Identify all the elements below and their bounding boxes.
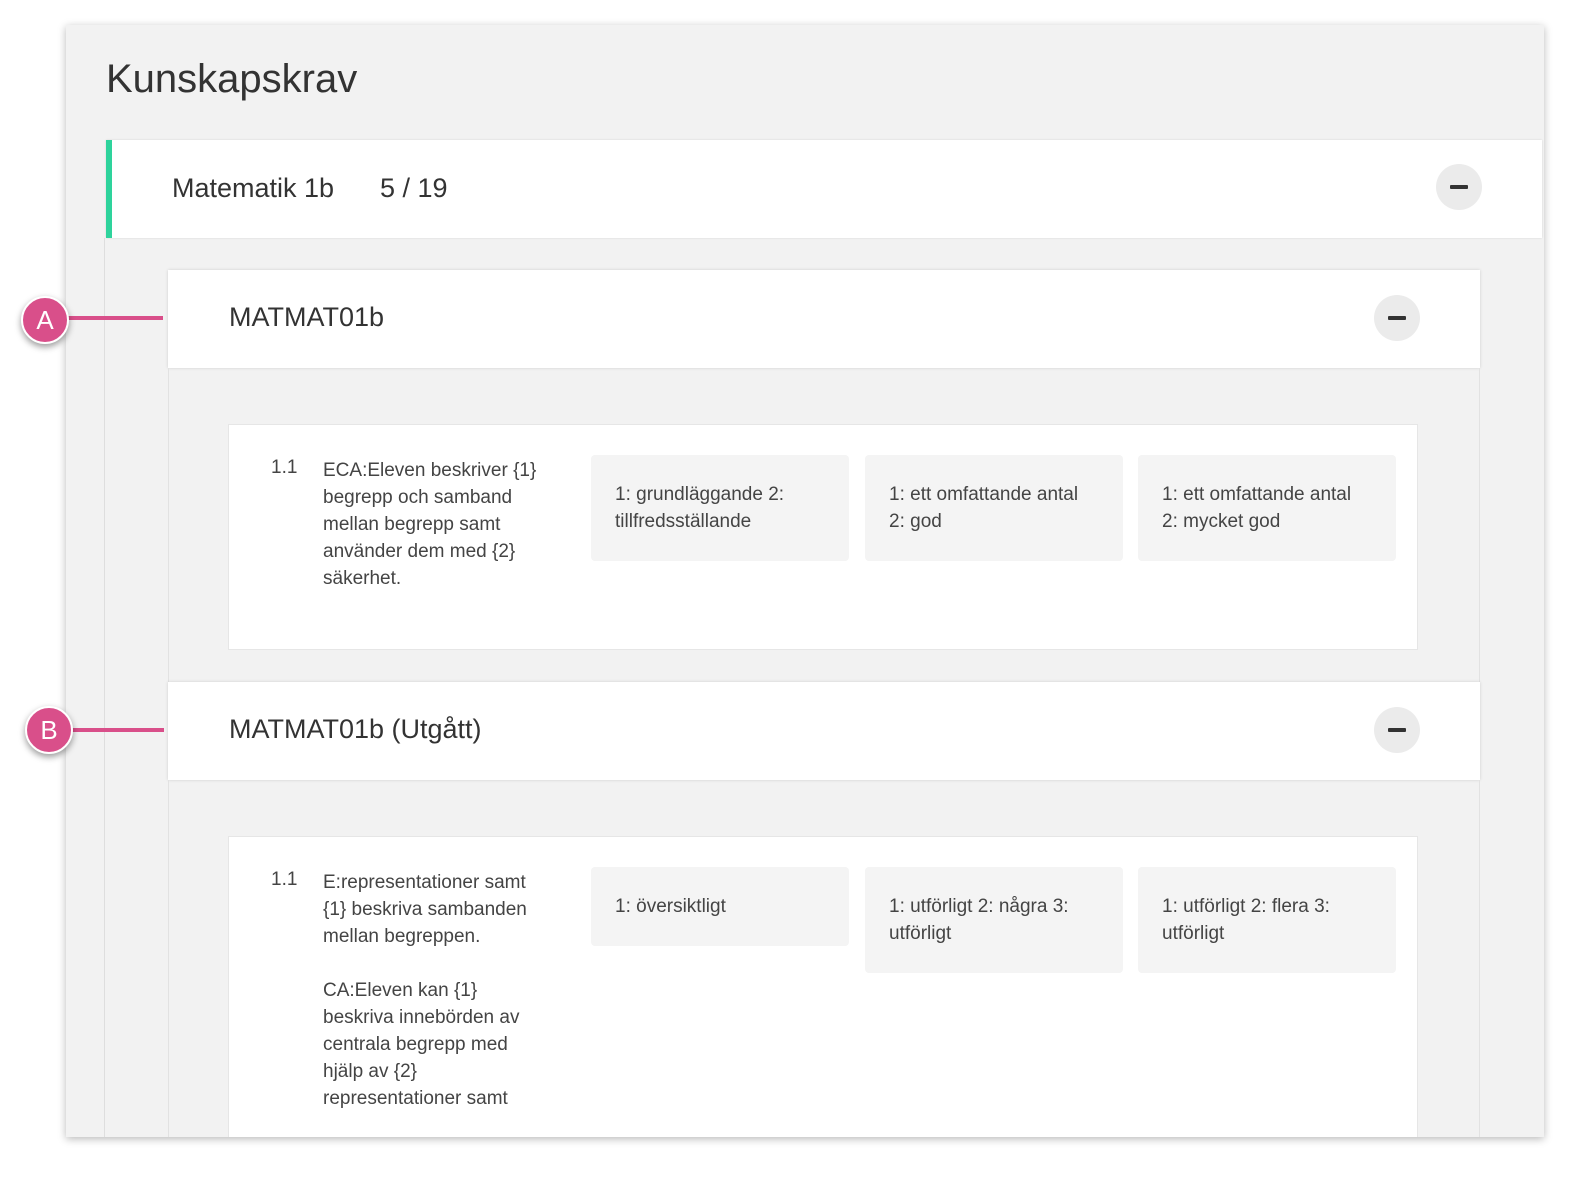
section-title: MATMAT01b (Utgått)	[229, 714, 482, 744]
minus-icon	[1388, 316, 1406, 320]
callout-a-line	[62, 316, 163, 320]
grade-level-c: 1: ett omfattande antal 2: god	[865, 455, 1123, 561]
requirement-card: 1.1 E:representationer samt {1} beskriva…	[228, 836, 1418, 1137]
minus-icon	[1450, 185, 1468, 189]
requirement-number: 1.1	[271, 457, 298, 478]
section-collapse-button[interactable]	[1374, 707, 1420, 753]
course-title: Matematik 1b	[172, 173, 335, 203]
grade-level-a: 1: utförligt 2: flera 3: utförligt	[1138, 867, 1396, 973]
grade-level-e: 1: översiktligt	[591, 867, 849, 946]
course-collapse-button[interactable]	[1436, 164, 1482, 210]
minus-icon	[1388, 728, 1406, 732]
requirements-panel: Kunskapskrav Matematik 1b 5 / 19 MATMAT0…	[66, 25, 1544, 1137]
requirement-card: 1.1 ECA:Eleven beskriver {1} begrepp och…	[228, 424, 1418, 650]
callout-a-marker: A	[21, 296, 69, 344]
section-collapse-button[interactable]	[1374, 295, 1420, 341]
course-progress: 5 / 19	[380, 173, 448, 203]
section-header-matmat01b-utgatt[interactable]: MATMAT01b (Utgått)	[168, 682, 1480, 780]
requirement-text: ECA:Eleven beskriver {1} begrepp och sam…	[323, 460, 537, 589]
callout-b-line	[66, 728, 164, 732]
requirement-number: 1.1	[271, 869, 298, 890]
section-title: MATMAT01b	[229, 302, 385, 332]
page-title: Kunskapskrav	[106, 57, 358, 101]
section-header-matmat01b[interactable]: MATMAT01b	[168, 270, 1480, 368]
course-header[interactable]: Matematik 1b 5 / 19	[106, 140, 1542, 238]
grade-level-c: 1: utförligt 2: några 3: utförligt	[865, 867, 1123, 973]
grade-level-a: 1: ett omfattande antal 2: mycket god	[1138, 455, 1396, 561]
callout-b-marker: B	[25, 706, 73, 754]
requirement-text: E:representationer samt {1} beskriva sam…	[323, 872, 527, 1109]
grade-level-e: 1: grundläggande 2: tillfredsställande	[591, 455, 849, 561]
